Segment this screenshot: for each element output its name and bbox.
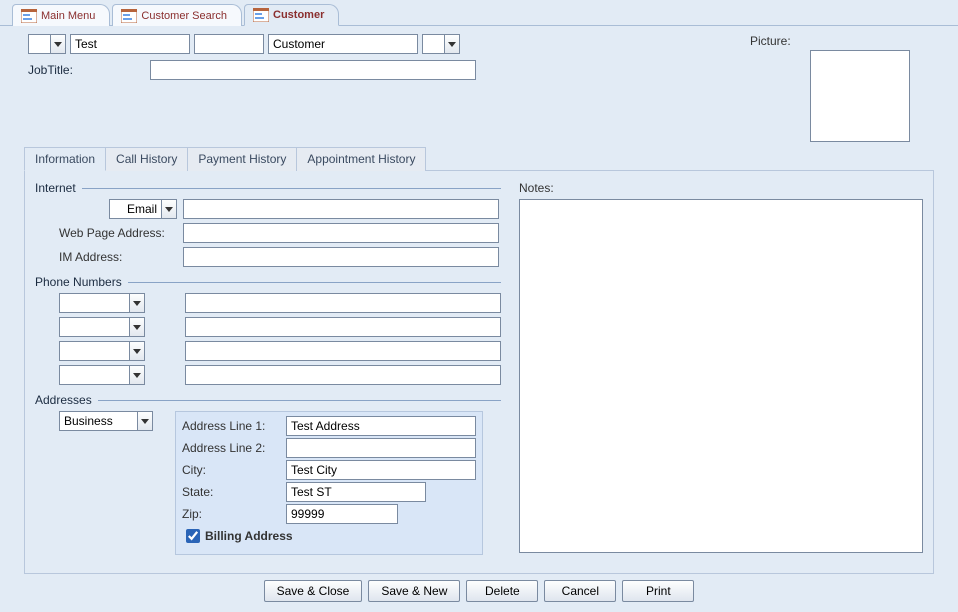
email-input[interactable]: [183, 199, 499, 219]
subtab-label: Call History: [116, 152, 177, 166]
cancel-button[interactable]: Cancel: [544, 580, 616, 602]
zip-input[interactable]: [286, 504, 398, 524]
chevron-down-icon[interactable]: [137, 411, 153, 431]
divider: [98, 400, 501, 401]
divider: [128, 282, 501, 283]
prefix-combo[interactable]: [28, 34, 66, 54]
address-fields-panel: Address Line 1: Address Line 2: City: St…: [175, 411, 483, 555]
form-icon: [253, 8, 269, 22]
phone-number-input-3[interactable]: [185, 341, 501, 361]
job-title-input[interactable]: [150, 60, 476, 80]
phone-type-combo-3[interactable]: [59, 341, 145, 361]
document-tab-customer-search[interactable]: Customer Search: [112, 4, 242, 26]
save-close-button[interactable]: Save & Close: [264, 580, 363, 602]
notes-label: Notes:: [519, 181, 554, 195]
phone-type-input[interactable]: [59, 293, 129, 313]
group-addresses-label: Addresses: [35, 393, 92, 407]
phone-type-input[interactable]: [59, 365, 129, 385]
document-tab-label: Main Menu: [41, 10, 95, 22]
web-address-input[interactable]: [183, 223, 499, 243]
form-icon: [21, 9, 37, 23]
phone-number-input-1[interactable]: [185, 293, 501, 313]
notes-textarea[interactable]: [519, 199, 923, 553]
first-name-input[interactable]: [70, 34, 190, 54]
phone-type-input[interactable]: [59, 341, 129, 361]
chevron-down-icon[interactable]: [129, 341, 145, 361]
group-internet: Internet Web Page A: [35, 181, 501, 267]
im-address-input[interactable]: [183, 247, 499, 267]
chevron-down-icon[interactable]: [129, 317, 145, 337]
phone-type-combo-1[interactable]: [59, 293, 145, 313]
document-tab-customer[interactable]: Customer: [244, 4, 339, 26]
delete-button[interactable]: Delete: [466, 580, 538, 602]
subtab-label: Payment History: [198, 152, 286, 166]
group-phone-label: Phone Numbers: [35, 275, 122, 289]
phone-type-combo-4[interactable]: [59, 365, 145, 385]
document-tab-label: Customer: [273, 9, 324, 21]
suffix-combo[interactable]: [422, 34, 460, 54]
state-label: State:: [182, 485, 282, 499]
zip-label: Zip:: [182, 507, 282, 521]
subtab-label: Information: [35, 152, 95, 166]
chevron-down-icon[interactable]: [129, 293, 145, 313]
state-input[interactable]: [286, 482, 426, 502]
print-button[interactable]: Print: [622, 580, 694, 602]
group-addresses: Addresses Address Line 1: Address Line 2…: [35, 393, 501, 555]
document-tab-main-menu[interactable]: Main Menu: [12, 4, 110, 26]
form-icon: [121, 9, 137, 23]
prefix-input[interactable]: [28, 34, 50, 54]
billing-address-label: Billing Address: [205, 529, 293, 543]
city-input[interactable]: [286, 460, 476, 480]
address-type-combo[interactable]: [59, 411, 153, 431]
billing-address-checkbox[interactable]: [186, 529, 200, 543]
group-internet-label: Internet: [35, 181, 76, 195]
chevron-down-icon[interactable]: [444, 34, 460, 54]
city-label: City:: [182, 463, 282, 477]
chevron-down-icon[interactable]: [161, 199, 177, 219]
phone-type-input[interactable]: [59, 317, 129, 337]
tab-appointment-history[interactable]: Appointment History: [297, 147, 426, 171]
picture-placeholder[interactable]: [810, 50, 910, 142]
job-title-label: JobTitle:: [28, 63, 146, 77]
address-type-input[interactable]: [59, 411, 137, 431]
information-page: Internet Web Page A: [24, 171, 934, 574]
web-address-label: Web Page Address:: [59, 226, 177, 240]
middle-name-input[interactable]: [194, 34, 264, 54]
chevron-down-icon[interactable]: [50, 34, 66, 54]
group-phone-numbers: Phone Numbers: [35, 275, 501, 385]
document-tab-bar: Main Menu Customer Search Customer: [0, 0, 958, 26]
email-type-input[interactable]: [109, 199, 161, 219]
chevron-down-icon[interactable]: [129, 365, 145, 385]
tab-call-history[interactable]: Call History: [106, 147, 188, 171]
header-area: JobTitle: Picture:: [0, 26, 958, 146]
subtab-label: Appointment History: [307, 152, 415, 166]
address-line2-input[interactable]: [286, 438, 476, 458]
action-button-bar: Save & Close Save & New Delete Cancel Pr…: [0, 574, 958, 612]
tab-payment-history[interactable]: Payment History: [188, 147, 297, 171]
last-name-input[interactable]: [268, 34, 418, 54]
suffix-input[interactable]: [422, 34, 444, 54]
address-line1-input[interactable]: [286, 416, 476, 436]
email-type-combo[interactable]: [109, 199, 177, 219]
document-tab-label: Customer Search: [141, 10, 227, 22]
address-line2-label: Address Line 2:: [182, 441, 282, 455]
phone-type-combo-2[interactable]: [59, 317, 145, 337]
save-new-button[interactable]: Save & New: [368, 580, 460, 602]
divider: [82, 188, 501, 189]
address-line1-label: Address Line 1:: [182, 419, 282, 433]
phone-number-input-4[interactable]: [185, 365, 501, 385]
subtab-bar: Information Call History Payment History…: [24, 146, 934, 171]
phone-number-input-2[interactable]: [185, 317, 501, 337]
im-address-label: IM Address:: [59, 250, 177, 264]
picture-label: Picture:: [750, 34, 791, 48]
tab-information[interactable]: Information: [24, 147, 106, 171]
